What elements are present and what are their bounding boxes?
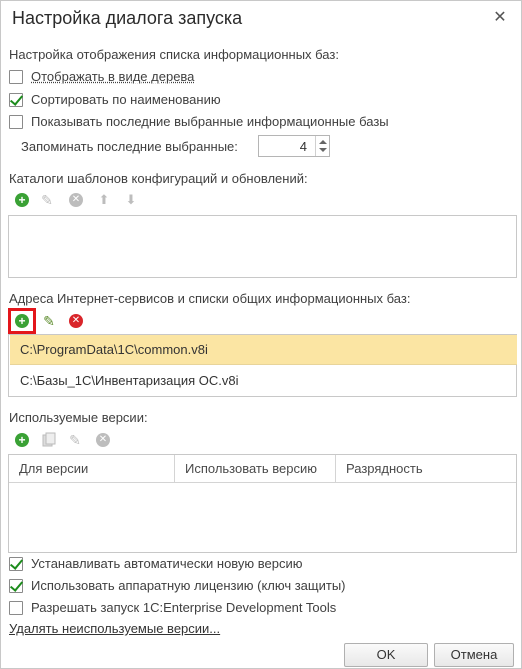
services-edit-icon[interactable]: ✎: [41, 313, 57, 329]
templates-heading: Каталоги шаблонов конфигураций и обновле…: [9, 171, 308, 186]
ok-button[interactable]: OK: [344, 643, 428, 667]
hardware-license-checkbox[interactable]: [9, 579, 23, 593]
startup-dialog-settings-window: Настройка диалога запуска ✕ Настройка от…: [0, 0, 522, 669]
versions-edit-icon[interactable]: ✎: [67, 432, 83, 448]
auto-install-label: Устанавливать автоматически новую версию: [31, 556, 303, 571]
stepper-up-icon[interactable]: [319, 140, 327, 144]
list-item[interactable]: C:\Базы_1С\Инвентаризация ОС.v8i: [10, 366, 517, 396]
versions-delete-icon[interactable]: ✕: [95, 432, 111, 448]
templates-list[interactable]: [8, 215, 517, 278]
services-heading: Адреса Интернет-сервисов и списки общих …: [9, 291, 411, 306]
services-delete-icon[interactable]: ✕: [68, 313, 84, 329]
show-recent-checkbox[interactable]: [9, 115, 23, 129]
templates-add-icon[interactable]: +: [14, 192, 30, 208]
column-header-bitness[interactable]: Разрядность: [336, 455, 516, 483]
edt-label: Разрешать запуск 1C:Enterprise Developme…: [31, 600, 337, 615]
versions-table[interactable]: Для версии Использовать версию Разряднос…: [8, 454, 517, 553]
remember-recent-value: 4: [299, 139, 307, 154]
remember-recent-stepper[interactable]: 4: [258, 135, 330, 157]
hardware-license-label: Использовать аппаратную лицензию (ключ з…: [31, 578, 346, 593]
column-header-use-version[interactable]: Использовать версию: [175, 455, 336, 483]
remember-recent-label: Запоминать последние выбранные:: [21, 139, 238, 154]
sort-by-name-label: Сортировать по наименованию: [31, 92, 221, 107]
templates-delete-icon[interactable]: ✕: [68, 192, 84, 208]
list-item-path: C:\ProgramData\1C\common.v8i: [20, 342, 208, 357]
remove-unused-versions-link[interactable]: Удалять неиспользуемые версии...: [9, 621, 220, 636]
cancel-button[interactable]: Отмена: [434, 643, 514, 667]
auto-install-checkbox[interactable]: [9, 557, 23, 571]
edt-checkbox[interactable]: [9, 601, 23, 615]
templates-move-down-icon[interactable]: ⬇: [123, 192, 139, 208]
versions-add-icon[interactable]: +: [14, 432, 30, 448]
show-tree-checkbox[interactable]: [9, 70, 23, 84]
list-item-path: C:\Базы_1С\Инвентаризация ОС.v8i: [20, 373, 239, 388]
services-list[interactable]: C:\ProgramData\1C\common.v8i C:\Базы_1С\…: [8, 334, 517, 397]
show-tree-label: Отображать в виде дерева: [31, 69, 195, 84]
add-button-highlight: [8, 308, 36, 334]
versions-heading: Используемые версии:: [9, 410, 148, 425]
stepper-down-icon[interactable]: [319, 148, 327, 152]
versions-copy-icon[interactable]: [41, 432, 57, 448]
list-item[interactable]: C:\ProgramData\1C\common.v8i: [10, 335, 517, 365]
show-recent-label: Показывать последние выбранные информаци…: [31, 114, 389, 129]
sort-by-name-checkbox[interactable]: [9, 93, 23, 107]
templates-move-up-icon[interactable]: ⬆: [96, 192, 112, 208]
infobases-heading: Настройка отображения списка информацион…: [9, 47, 339, 62]
close-icon[interactable]: ✕: [489, 7, 511, 29]
templates-edit-icon[interactable]: ✎: [39, 192, 55, 208]
column-header-for-version[interactable]: Для версии: [9, 455, 175, 483]
window-title: Настройка диалога запуска: [12, 8, 243, 28]
